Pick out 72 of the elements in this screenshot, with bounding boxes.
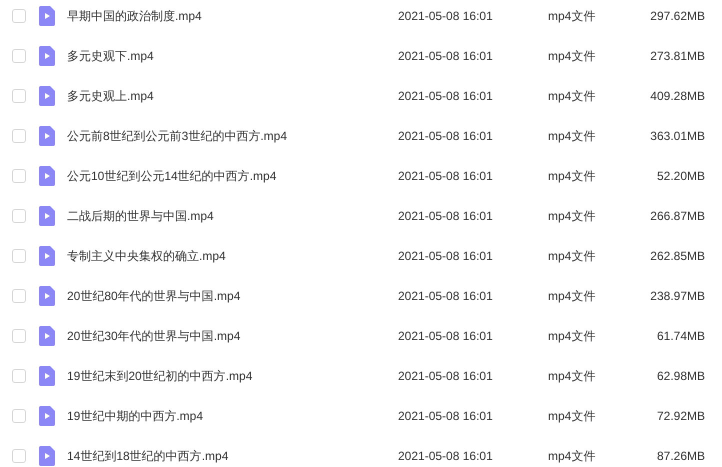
file-name[interactable]: 19世纪末到20世纪初的中西方.mp4 [67,368,398,384]
video-file-icon [39,206,55,226]
modified-date: 2021-05-08 16:01 [398,249,494,263]
file-type: mp4文件 [548,288,596,304]
file-name[interactable]: 早期中国的政治制度.mp4 [67,8,398,24]
video-file-icon [39,406,55,426]
file-type: mp4文件 [548,48,596,64]
checkbox[interactable] [12,369,26,383]
file-size: 262.85MB [649,249,705,263]
video-file-icon [39,366,55,386]
file-name[interactable]: 14世纪到18世纪的中西方.mp4 [67,448,398,464]
file-name[interactable]: 公元前8世纪到公元前3世纪的中西方.mp4 [67,128,398,144]
file-size: 62.98MB [656,369,705,383]
file-type: mp4文件 [548,168,596,184]
checkbox[interactable] [12,49,26,63]
file-type: mp4文件 [548,368,596,384]
file-name[interactable]: 多元史观下.mp4 [67,48,398,64]
file-type: mp4文件 [548,408,596,424]
checkbox[interactable] [12,449,26,463]
modified-date: 2021-05-08 16:01 [398,289,494,303]
checkbox[interactable] [12,169,26,183]
file-type: mp4文件 [548,8,596,24]
modified-date: 2021-05-08 16:01 [398,129,494,143]
file-name[interactable]: 专制主义中央集权的确立.mp4 [67,248,398,264]
video-file-icon [39,126,55,146]
file-size: 409.28MB [649,89,705,103]
modified-date: 2021-05-08 16:01 [398,409,494,423]
file-size: 266.87MB [649,209,705,223]
file-type: mp4文件 [548,448,596,464]
modified-date: 2021-05-08 16:01 [398,369,494,383]
video-file-icon [39,46,55,66]
checkbox[interactable] [12,409,26,423]
checkbox[interactable] [12,9,26,23]
modified-date: 2021-05-08 16:01 [398,49,494,63]
file-name[interactable]: 20世纪30年代的世界与中国.mp4 [67,328,398,344]
video-file-icon [39,6,55,26]
file-type: mp4文件 [548,208,596,224]
checkbox[interactable] [12,129,26,143]
file-size: 61.74MB [656,329,705,343]
video-file-icon [39,326,55,346]
file-name[interactable]: 公元10世纪到公元14世纪的中西方.mp4 [67,168,398,184]
file-type: mp4文件 [548,128,596,144]
video-file-icon [39,86,55,106]
file-name[interactable]: 二战后期的世界与中国.mp4 [67,208,398,224]
file-type: mp4文件 [548,88,596,104]
video-file-icon [39,166,55,186]
checkbox[interactable] [12,329,26,343]
video-file-icon [39,246,55,266]
file-size: 273.81MB [649,49,705,63]
video-file-icon [39,446,55,466]
file-size: 72.92MB [656,409,705,423]
file-size: 363.01MB [649,129,705,143]
file-type: mp4文件 [548,328,596,344]
file-name[interactable]: 20世纪80年代的世界与中国.mp4 [67,288,398,304]
checkbox[interactable] [12,89,26,103]
file-size: 52.20MB [656,169,705,183]
modified-date: 2021-05-08 16:01 [398,329,494,343]
modified-date: 2021-05-08 16:01 [398,209,494,223]
video-file-icon [39,286,55,306]
file-name[interactable]: 19世纪中期的中西方.mp4 [67,408,398,424]
file-name[interactable]: 多元史观上.mp4 [67,88,398,104]
file-size: 238.97MB [649,289,705,303]
file-type: mp4文件 [548,248,596,264]
modified-date: 2021-05-08 16:01 [398,449,494,463]
checkbox[interactable] [12,209,26,223]
file-size: 297.62MB [649,9,705,23]
modified-date: 2021-05-08 16:01 [398,169,494,183]
checkbox[interactable] [12,289,26,303]
modified-date: 2021-05-08 16:01 [398,89,494,103]
file-size: 87.26MB [656,449,705,463]
checkbox[interactable] [12,249,26,263]
modified-date: 2021-05-08 16:01 [398,9,494,23]
